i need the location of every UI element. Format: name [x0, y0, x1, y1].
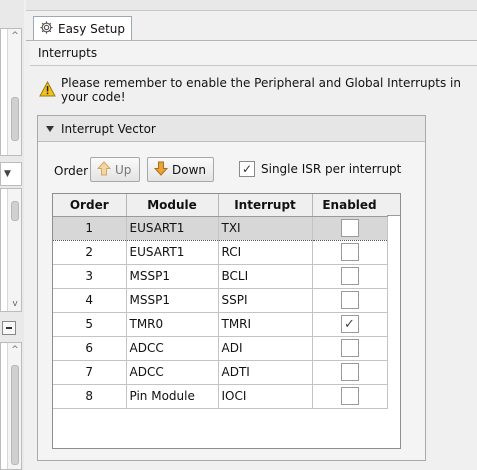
cell-order: 2 [53, 240, 127, 265]
move-up-button[interactable]: Up [90, 157, 140, 182]
window: ^ ▼ v ^ Easy Setup Interrupts Please rem… [0, 0, 477, 470]
cell-module: Pin Module [126, 384, 219, 409]
cell-enabled [312, 240, 388, 265]
scroll-up-arrow-icon[interactable]: ^ [10, 31, 20, 41]
order-label: Order [54, 164, 89, 178]
arrow-down-icon [153, 161, 169, 179]
header-interrupt[interactable]: Interrupt [218, 194, 313, 217]
table-row[interactable]: 2 EUSART1 RCI [53, 240, 388, 265]
down-label: Down [172, 162, 207, 177]
interrupt-table: Order Module Interrupt Enabled 1 EUSART1… [52, 193, 401, 449]
left-bottom-panel: ^ [0, 342, 22, 470]
tab-easy-setup[interactable]: Easy Setup [33, 16, 133, 40]
table-body: 1 EUSART1 TXI 2 EUSART1 RCI 3 MSSP1 BCLI… [53, 215, 388, 409]
warning-text: Please remember to enable the Peripheral… [61, 76, 461, 104]
section-title: Interrupts [30, 41, 477, 66]
table-row[interactable]: 4 MSSP1 SSPI [53, 288, 388, 313]
table-header-filler [387, 194, 400, 216]
table-header-row: Order Module Interrupt Enabled [53, 194, 388, 217]
tab-label: Easy Setup [58, 21, 126, 36]
up-label: Up [115, 162, 132, 177]
left-middle-scrollbar[interactable]: v [7, 189, 21, 311]
header-bar [26, 0, 477, 11]
enabled-checkbox[interactable] [340, 339, 359, 357]
cell-module: MSSP1 [126, 288, 219, 313]
cell-interrupt: SSPI [218, 288, 313, 313]
cell-interrupt: ADTI [218, 360, 313, 385]
main-area: Easy Setup Interrupts Please remember to… [26, 0, 477, 470]
enabled-checkbox[interactable] [340, 387, 359, 405]
header-module[interactable]: Module [126, 194, 219, 217]
enabled-checkbox[interactable] [340, 363, 359, 381]
cell-enabled [312, 384, 388, 409]
table-row[interactable]: 6 ADCC ADI [53, 336, 388, 361]
cell-order: 7 [53, 360, 127, 385]
scroll-thumb[interactable] [11, 97, 19, 141]
cell-interrupt: ADI [218, 336, 313, 361]
left-panel-strip: ^ ▼ v ^ [0, 0, 24, 470]
cell-enabled [312, 264, 388, 289]
gear-icon [39, 20, 54, 38]
cell-module: MSSP1 [126, 264, 219, 289]
cell-enabled [312, 215, 388, 241]
left-dropdown[interactable]: ▼ [0, 162, 22, 186]
scroll-down-arrow-icon[interactable]: v [10, 299, 20, 309]
collapse-triangle-icon[interactable] [46, 125, 54, 132]
cell-order: 3 [53, 264, 127, 289]
panel-header[interactable]: Interrupt Vector [38, 116, 425, 142]
cell-module: ADCC [126, 336, 219, 361]
cell-order: 8 [53, 384, 127, 409]
enabled-checkbox[interactable] [340, 267, 359, 285]
cell-enabled [312, 360, 388, 385]
chevron-down-icon: ▼ [4, 169, 11, 179]
single-isr-label: Single ISR per interrupt [261, 162, 402, 176]
cell-interrupt: TXI [218, 215, 313, 241]
cell-interrupt: BCLI [218, 264, 313, 289]
enabled-checkbox[interactable] [340, 219, 359, 237]
arrow-up-icon [96, 160, 112, 179]
table-row[interactable]: 8 Pin Module IOCI [53, 384, 388, 409]
scroll-thumb[interactable] [11, 201, 19, 221]
cell-module: EUSART1 [126, 240, 219, 265]
table-row[interactable]: 5 TMR0 TMRI ✓ [53, 312, 388, 337]
header-order[interactable]: Order [53, 194, 127, 217]
single-isr-option: ✓ Single ISR per interrupt [239, 161, 401, 177]
cell-interrupt: TMRI [218, 312, 313, 337]
move-down-button[interactable]: Down [147, 157, 214, 182]
left-top-panel: ^ [0, 28, 22, 156]
warning-icon [39, 80, 56, 100]
interrupt-vector-panel: Interrupt Vector Order Up Down ✓ Single … [37, 115, 426, 461]
table-row[interactable]: 7 ADCC ADTI [53, 360, 388, 385]
panel-title: Interrupt Vector [61, 121, 156, 136]
single-isr-checkbox[interactable]: ✓ [239, 161, 255, 177]
cell-interrupt: IOCI [218, 384, 313, 409]
scroll-thumb[interactable] [11, 365, 19, 465]
cell-module: EUSART1 [126, 215, 219, 241]
cell-order: 1 [53, 215, 127, 241]
cell-order: 6 [53, 336, 127, 361]
enabled-checkbox[interactable] [340, 291, 359, 309]
cell-order: 4 [53, 288, 127, 313]
collapse-button[interactable] [2, 321, 16, 335]
cell-interrupt: RCI [218, 240, 313, 265]
enabled-checkbox[interactable] [340, 243, 359, 261]
enabled-checkbox[interactable]: ✓ [340, 315, 359, 333]
cell-enabled [312, 336, 388, 361]
cell-module: ADCC [126, 360, 219, 385]
cell-order: 5 [53, 312, 127, 337]
table-row[interactable]: 3 MSSP1 BCLI [53, 264, 388, 289]
left-bottom-scrollbar[interactable]: ^ [7, 343, 21, 469]
scroll-up-arrow-icon[interactable]: ^ [10, 345, 20, 355]
cell-enabled [312, 288, 388, 313]
cell-enabled: ✓ [312, 312, 388, 337]
warning-message: Please remember to enable the Peripheral… [39, 76, 477, 104]
header-enabled[interactable]: Enabled [312, 194, 388, 217]
left-middle-panel: v [0, 188, 22, 312]
cell-module: TMR0 [126, 312, 219, 337]
table-row[interactable]: 1 EUSART1 TXI [53, 215, 388, 241]
left-top-scrollbar[interactable]: ^ [7, 29, 21, 155]
